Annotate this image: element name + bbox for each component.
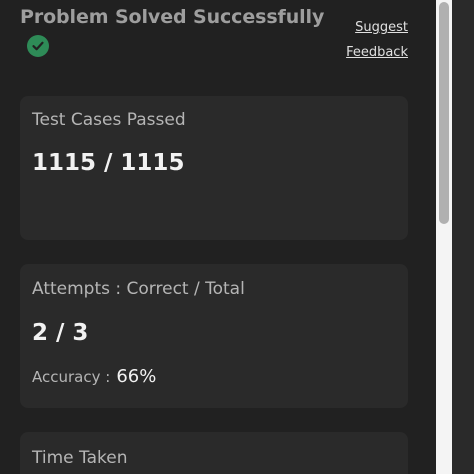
suggest-link[interactable]: Suggest — [355, 20, 408, 36]
check-circle-icon — [27, 35, 49, 57]
scrollbar-thumb[interactable] — [439, 2, 449, 224]
scrollbar[interactable] — [436, 0, 452, 474]
attempts-title: Attempts : Correct / Total — [32, 279, 245, 299]
test-cases-card: Test Cases Passed 1115 / 1115 — [20, 96, 408, 240]
checkmark-icon — [32, 41, 44, 51]
test-cases-title: Test Cases Passed — [32, 110, 186, 130]
attempts-value: 2 / 3 — [32, 320, 89, 346]
right-edge-panel — [452, 0, 474, 474]
result-panel: Problem Solved Successfully Suggest Feed… — [0, 0, 474, 474]
attempts-card: Attempts : Correct / Total 2 / 3 Accurac… — [20, 264, 408, 408]
feedback-link[interactable]: Feedback — [346, 45, 408, 61]
accuracy-value: 66% — [116, 366, 157, 387]
accuracy-row: Accuracy : 66% — [32, 366, 156, 387]
test-cases-value: 1115 / 1115 — [32, 150, 185, 176]
time-taken-title: Time Taken — [32, 448, 128, 468]
accuracy-label: Accuracy : — [32, 368, 111, 386]
time-taken-card: Time Taken — [20, 432, 408, 474]
page-title: Problem Solved Successfully — [20, 6, 325, 28]
